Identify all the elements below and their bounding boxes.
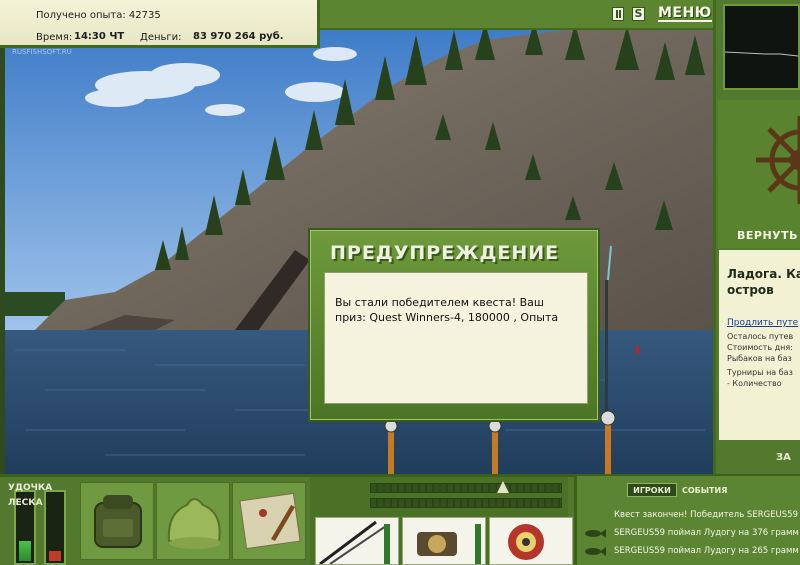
dialog-title: ПРЕДУПРЕЖДЕНИЕ [330,242,560,264]
tackle-slot-line[interactable] [489,517,573,565]
info-line: Стоимость дня: [727,343,793,352]
rod-icon [319,520,390,564]
tab-events[interactable]: СОБЫТИЯ [682,486,727,495]
dialog-message-box: Вы стали победителем квеста! Ваш приз: Q… [324,272,588,404]
event-row: SERGEUS59 поймал Лудогу на 265 грамм [580,542,800,560]
event-text: SERGEUS59 поймал Лудогу на 265 грамм [614,546,799,556]
info-line: - Количество [727,379,782,388]
watermark: RUSFISHSOFT.RU [12,48,72,56]
time-value: 14:30 ЧТ [74,31,125,42]
dialog-message: Вы стали победителем квеста! Ваш приз: Q… [335,296,559,324]
menu-button[interactable]: МЕНЮ [658,6,712,22]
fish-icon [585,529,606,538]
warning-dialog[interactable]: ПРЕДУПРЕЖДЕНИЕ Вы стали победителем квес… [308,228,600,422]
sound-icon[interactable]: S [632,7,645,21]
location-info-box: Ладога. Ка остров Продлить путе Осталось… [719,250,800,440]
right-bottom-button[interactable]: ЗА [776,452,791,463]
tab-players[interactable]: ИГРОКИ [627,483,677,497]
event-text: SERGEUS59 поймал Лудогу на 376 грамм [614,528,799,538]
location-title: Ладога. Ка остров [727,267,800,297]
info-line: Турниры на баз [727,368,793,377]
info-line: Осталось путев [727,332,794,341]
experience-readout: Получено опыта: 42735 [36,10,161,21]
top-strip [320,0,713,30]
helm-wheel-icon[interactable] [718,100,800,220]
player-stats-panel: Получено опыта: 42735 Время: 14:30 ЧТ Де… [0,0,320,48]
hunger-gauge [44,490,66,565]
hunger-gauge-fill [49,551,61,561]
sonar-line [724,51,799,57]
pause-icon[interactable] [612,7,624,21]
inventory-slot-backpack[interactable] [80,482,154,560]
line-tension-label: ЛЕСКА [8,498,43,508]
rod-tension-bar [370,483,562,493]
inventory-slot-bag[interactable] [156,482,230,560]
map-icon [239,492,301,550]
stamina-gauge-fill [19,541,31,561]
money-label: Деньги: [140,32,182,43]
tackle-slot-rod[interactable] [315,517,399,565]
rod-tension-marker [497,481,509,493]
fish-icon [585,547,606,556]
helm-area [718,100,800,248]
extend-permit-link[interactable]: Продлить путе [727,318,798,328]
line-spool-icon [508,524,544,560]
info-line: Рыбаков на баз [727,354,792,363]
time-label: Время: [36,32,73,43]
event-text: Квест закончен! Победитель SERGEUS59 [614,510,798,520]
line-tension-bar [370,498,562,508]
money-value: 83 970 264 руб. [193,31,284,42]
inventory-slot-map[interactable] [232,482,306,560]
return-button[interactable]: ВЕРНУТЬ [737,229,798,242]
event-row: SERGEUS59 поймал Лудогу на 376 грамм [580,524,800,542]
bag-icon [167,498,221,549]
rod-tension-label: УДОЧКА [8,483,53,493]
tackle-slot-reel[interactable] [402,517,486,565]
reel-icon [417,524,481,564]
backpack-icon [94,495,142,548]
depth-sonar-display [723,4,800,90]
event-row: Квест закончен! Победитель SERGEUS59 [580,506,800,524]
